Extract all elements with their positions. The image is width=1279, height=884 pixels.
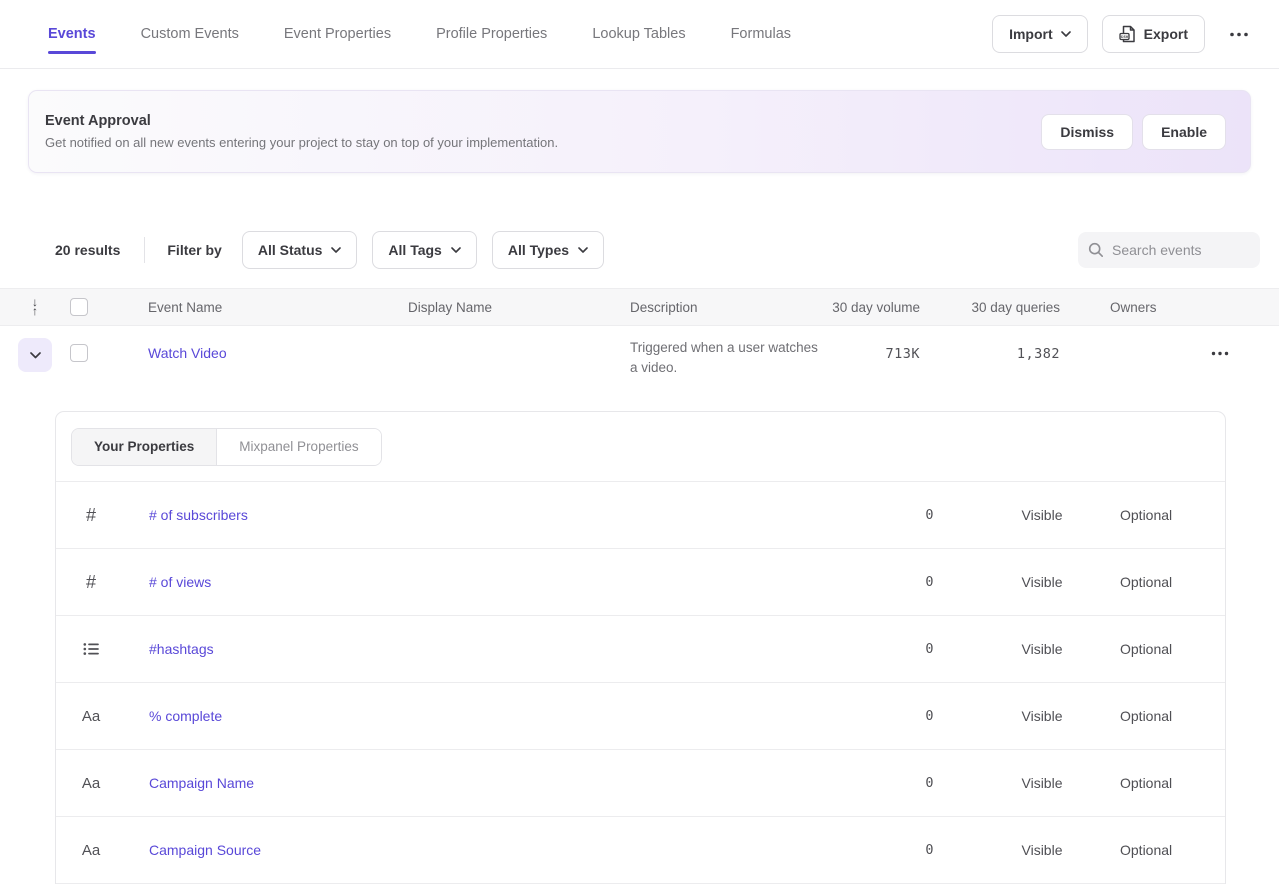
divider: [144, 237, 145, 263]
search-events-box[interactable]: [1078, 232, 1260, 268]
import-button-label: Import: [1009, 26, 1053, 42]
property-visibility: Visible: [964, 574, 1120, 590]
search-events-input[interactable]: [1112, 242, 1250, 258]
results-count: 20 results: [55, 242, 120, 258]
column-30-day-queries: 30 day queries: [920, 300, 1060, 315]
event-name-link[interactable]: Watch Video: [148, 345, 227, 361]
property-row: Aa % complete 0 Visible Optional: [56, 683, 1225, 750]
property-value: 0: [726, 507, 934, 523]
export-button-label: Export: [1144, 26, 1188, 42]
chevron-down-icon: [451, 247, 461, 253]
column-description: Description: [630, 300, 820, 315]
types-filter-dropdown[interactable]: All Types: [492, 231, 604, 269]
property-visibility: Visible: [964, 507, 1120, 523]
types-filter-label: All Types: [508, 242, 569, 258]
text-type-icon: Aa: [82, 775, 100, 792]
property-name-link[interactable]: % complete: [126, 708, 726, 724]
property-visibility: Visible: [964, 842, 1120, 858]
tab-events[interactable]: Events: [48, 0, 96, 68]
column-display-name: Display Name: [408, 300, 630, 315]
property-value: 0: [726, 641, 934, 657]
dismiss-button[interactable]: Dismiss: [1041, 114, 1133, 150]
lexicon-tabs: Events Custom Events Event Properties Pr…: [48, 0, 791, 68]
property-visibility: Visible: [964, 641, 1120, 657]
property-requirement: Optional: [1120, 641, 1170, 657]
property-value: 0: [726, 708, 934, 724]
row-actions-button[interactable]: [1205, 347, 1235, 360]
property-requirement: Optional: [1120, 842, 1170, 858]
event-30-day-volume: 713K: [820, 346, 920, 362]
chevron-down-icon: [578, 247, 588, 253]
property-name-link[interactable]: # of views: [126, 574, 726, 590]
enable-button[interactable]: Enable: [1142, 114, 1226, 150]
list-type-icon: [83, 642, 99, 656]
tags-filter-label: All Tags: [388, 242, 441, 258]
property-value: 0: [726, 842, 934, 858]
status-filter-label: All Status: [258, 242, 323, 258]
column-event-name: Event Name: [88, 300, 408, 315]
property-name-link[interactable]: Campaign Name: [126, 775, 726, 791]
csv-file-icon: csv: [1119, 25, 1136, 43]
banner-text: Event Approval Get notified on all new e…: [45, 113, 558, 150]
property-requirement: Optional: [1120, 574, 1170, 590]
collapse-row-button[interactable]: [18, 338, 52, 372]
events-table-header: ↓↑ Event Name Display Name Description 3…: [0, 288, 1279, 326]
select-all-checkbox[interactable]: [70, 298, 88, 316]
banner-title: Event Approval: [45, 113, 558, 129]
text-type-icon: Aa: [82, 842, 100, 859]
tab-profile-properties[interactable]: Profile Properties: [436, 0, 547, 68]
chevron-down-icon: [331, 247, 341, 253]
search-icon: [1088, 242, 1104, 258]
tab-lookup-tables[interactable]: Lookup Tables: [592, 0, 685, 68]
column-30-day-volume: 30 day volume: [820, 300, 920, 315]
number-type-icon: #: [86, 505, 96, 526]
property-row: Aa Campaign Name 0 Visible Optional: [56, 750, 1225, 817]
more-options-button[interactable]: [1223, 28, 1255, 41]
property-visibility: Visible: [964, 775, 1120, 791]
event-properties-panel: Your Properties Mixpanel Properties # # …: [55, 411, 1226, 884]
tab-formulas[interactable]: Formulas: [731, 0, 791, 68]
tags-filter-dropdown[interactable]: All Tags: [372, 231, 476, 269]
property-row: Aa Campaign Source 0 Visible Optional: [56, 817, 1225, 884]
chevron-down-icon: [1061, 31, 1071, 37]
property-requirement: Optional: [1120, 708, 1170, 724]
property-value: 0: [726, 775, 934, 791]
property-name-link[interactable]: # of subscribers: [126, 507, 726, 523]
property-row: # # of subscribers 0 Visible Optional: [56, 482, 1225, 549]
status-filter-dropdown[interactable]: All Status: [242, 231, 358, 269]
export-button[interactable]: csv Export: [1102, 15, 1205, 53]
tab-mixpanel-properties[interactable]: Mixpanel Properties: [217, 429, 380, 465]
event-approval-banner: Event Approval Get notified on all new e…: [28, 90, 1251, 173]
filter-by-label: Filter by: [167, 242, 221, 258]
property-requirement: Optional: [1120, 507, 1170, 523]
text-type-icon: Aa: [82, 708, 100, 725]
banner-description: Get notified on all new events entering …: [45, 135, 558, 150]
property-name-link[interactable]: Campaign Source: [126, 842, 726, 858]
select-row-checkbox[interactable]: [70, 344, 88, 362]
event-30-day-queries: 1,382: [920, 346, 1060, 362]
top-navigation: Events Custom Events Event Properties Pr…: [0, 0, 1279, 69]
filter-toolbar: 20 results Filter by All Status All Tags…: [0, 230, 1279, 270]
collapse-all-icon[interactable]: ↓↑: [32, 298, 38, 316]
properties-tabbar: Your Properties Mixpanel Properties: [56, 412, 1225, 482]
property-requirement: Optional: [1120, 775, 1170, 791]
tab-event-properties[interactable]: Event Properties: [284, 0, 391, 68]
event-description: Triggered when a user watches a video.: [630, 338, 820, 378]
property-visibility: Visible: [964, 708, 1120, 724]
number-type-icon: #: [86, 572, 96, 593]
property-row: # # of views 0 Visible Optional: [56, 549, 1225, 616]
more-ellipsis-icon: [1229, 32, 1249, 37]
tab-custom-events[interactable]: Custom Events: [141, 0, 239, 68]
more-ellipsis-icon: [1211, 351, 1229, 356]
property-name-link[interactable]: #hashtags: [126, 641, 726, 657]
property-row: #hashtags 0 Visible Optional: [56, 616, 1225, 683]
property-value: 0: [726, 574, 934, 590]
svg-text:csv: csv: [1120, 34, 1128, 39]
import-button[interactable]: Import: [992, 15, 1088, 53]
tab-your-properties[interactable]: Your Properties: [72, 429, 217, 465]
table-row-watch-video: Watch Video Triggered when a user watche…: [0, 326, 1279, 411]
chevron-down-icon: [30, 352, 41, 359]
column-owners: Owners: [1060, 300, 1180, 315]
